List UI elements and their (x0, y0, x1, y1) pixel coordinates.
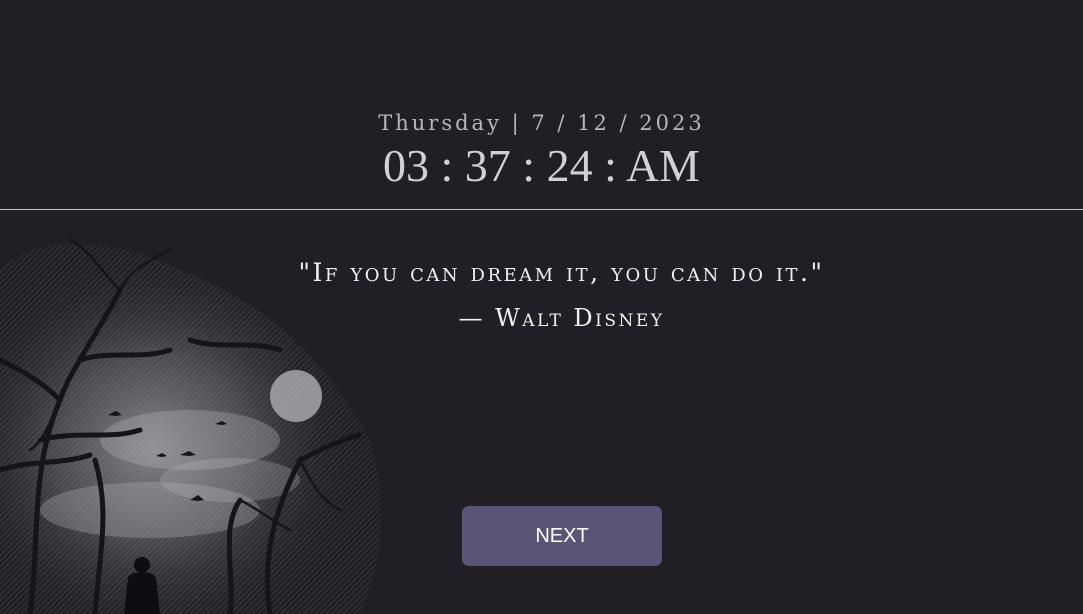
quote-text: "If you can dream it, you can do it." (298, 258, 825, 287)
time-text: 03 : 37 : 24 : AM (383, 140, 700, 191)
clock-display: Thursday | 7 / 12 / 2023 03 : 37 : 24 : … (0, 108, 1083, 192)
quote-block: "If you can dream it, you can do it." — … (0, 255, 1083, 335)
date-text: Thursday | 7 / 12 / 2023 (378, 111, 705, 135)
next-button[interactable]: NEXT (462, 506, 662, 566)
quote-author: — Walt Disney (458, 304, 665, 332)
